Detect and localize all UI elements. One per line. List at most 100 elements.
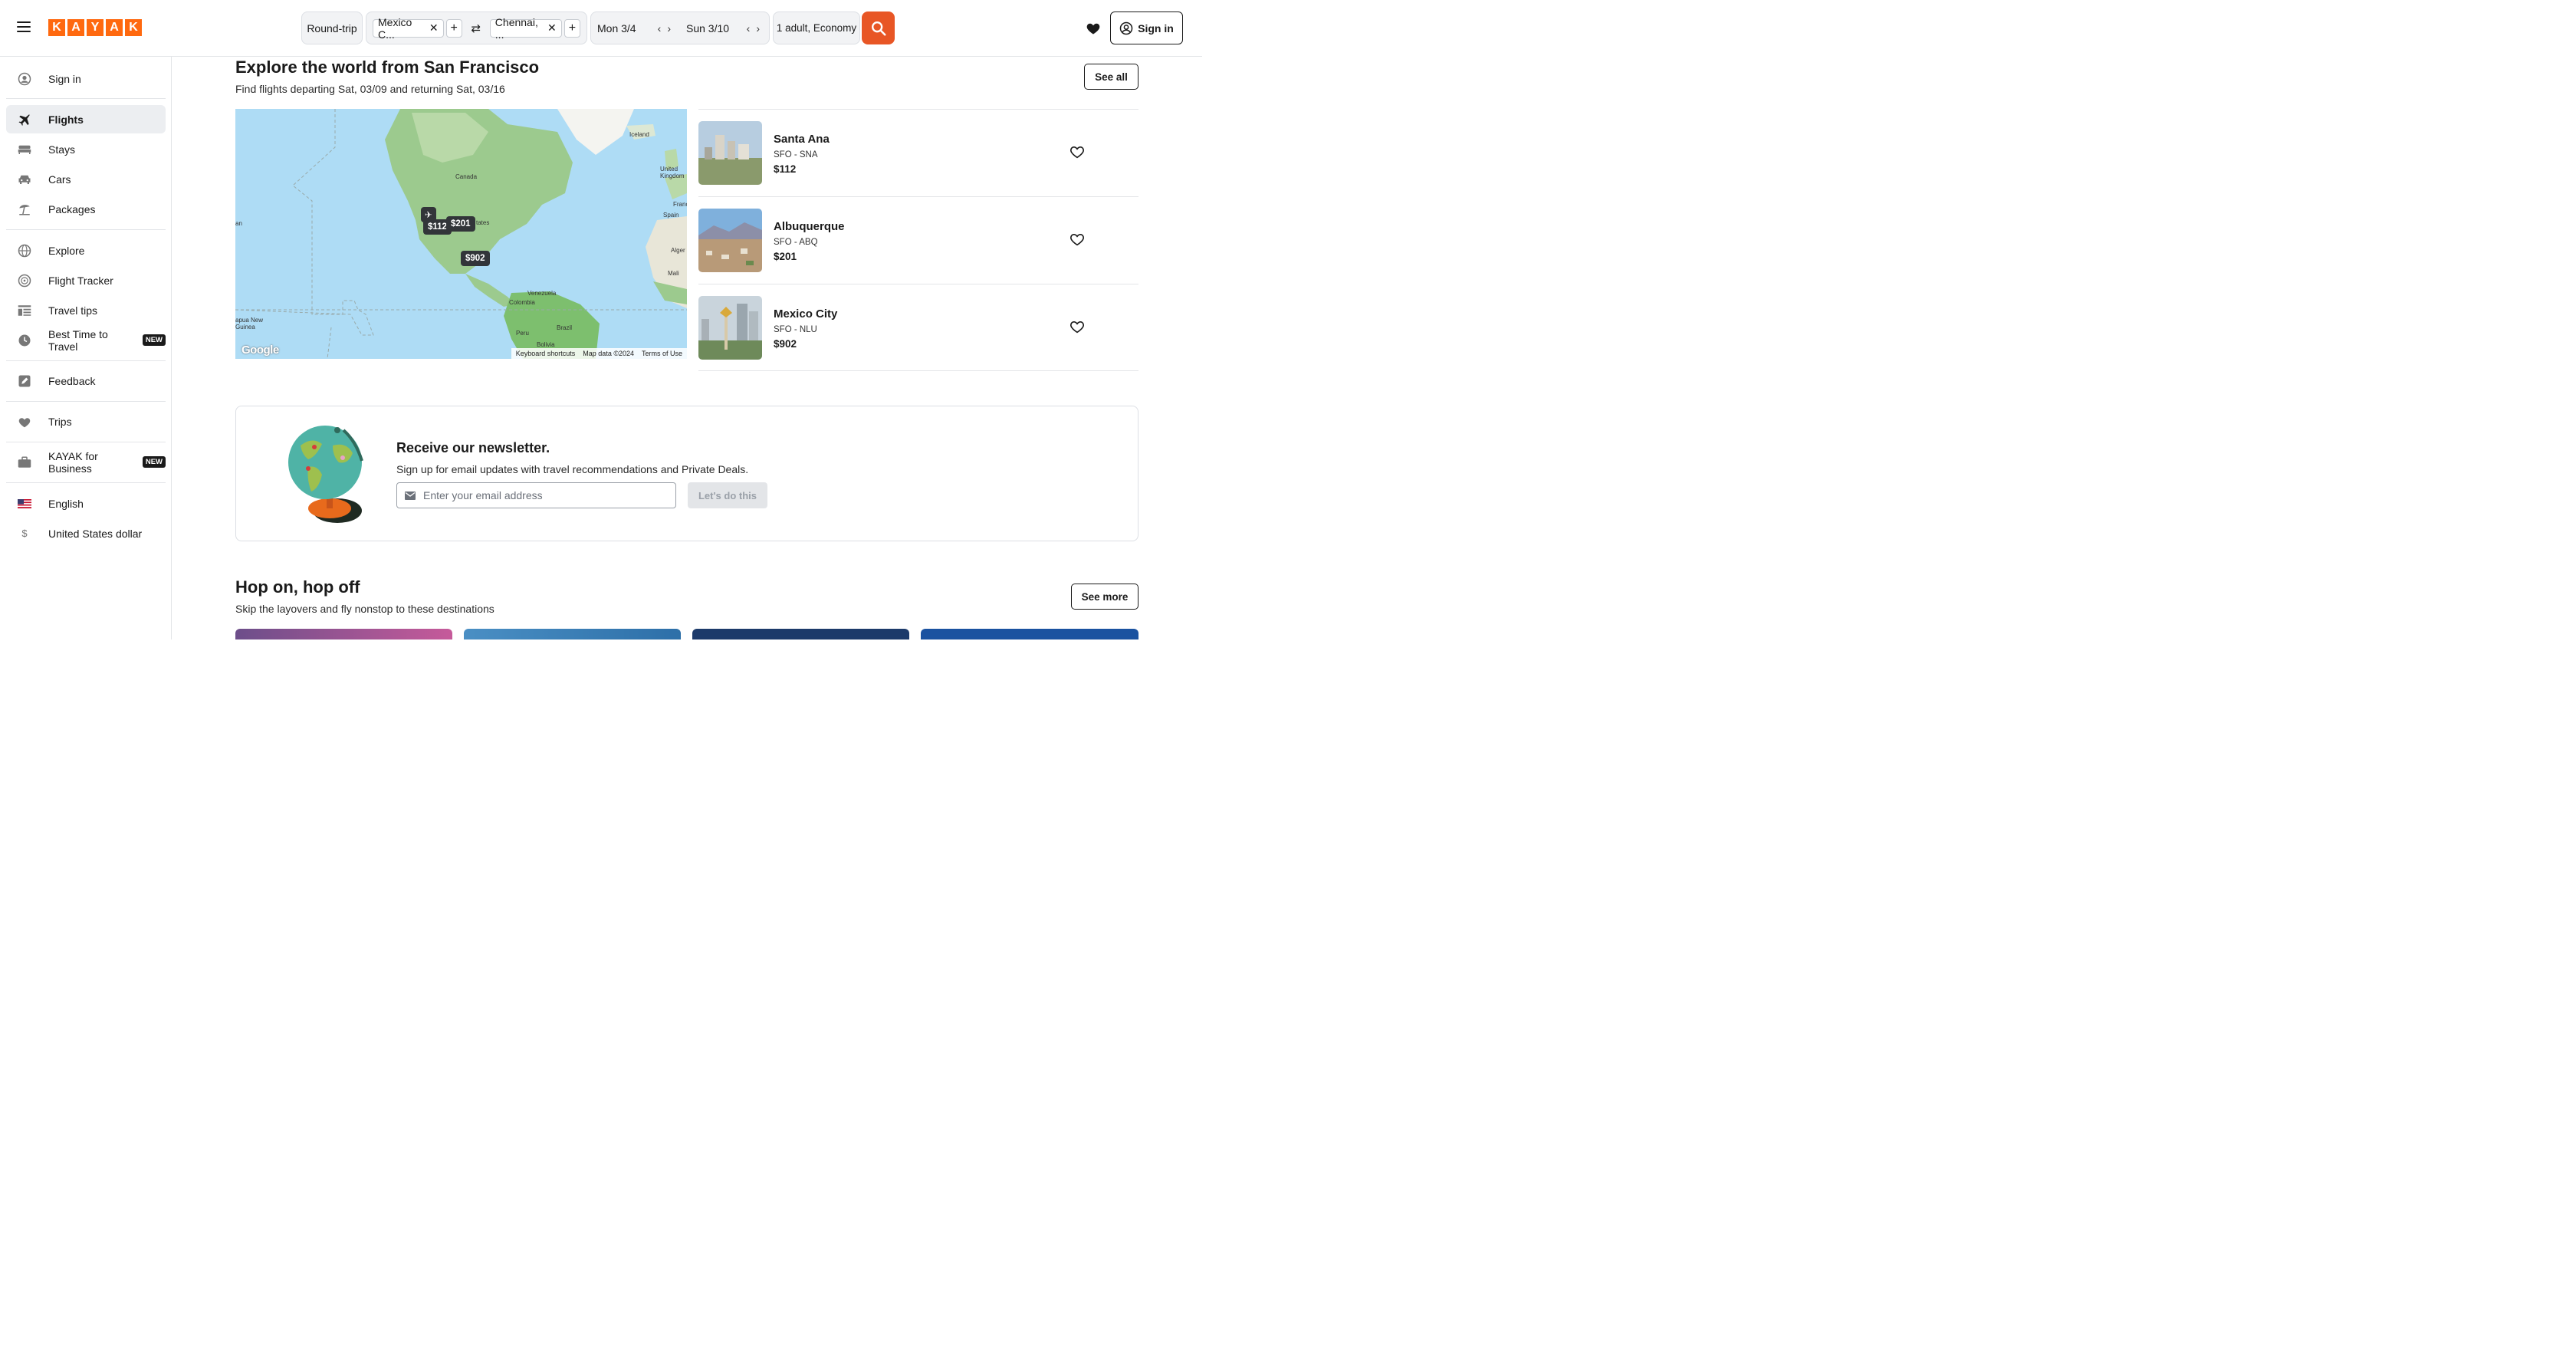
- sidebar-item-travel-tips[interactable]: Travel tips: [6, 296, 166, 324]
- sidebar-item-cars[interactable]: Cars: [6, 165, 166, 193]
- email-field[interactable]: [396, 482, 676, 508]
- user-circle-icon: [18, 72, 31, 86]
- sidebar-item-language[interactable]: English: [6, 489, 166, 518]
- sidebar-item-currency[interactable]: $ United States dollar: [6, 519, 166, 547]
- map-label: Mali: [668, 270, 679, 277]
- edit-icon: [18, 374, 31, 388]
- keyboard-shortcuts-link[interactable]: Keyboard shortcuts: [516, 350, 576, 357]
- map-label: United Kingdom: [660, 166, 685, 179]
- swap-icon[interactable]: ⇄: [465, 21, 487, 35]
- hop-subtitle: Skip the layovers and fly nonstop to the…: [235, 603, 495, 615]
- destination-card[interactable]: [464, 629, 681, 639]
- search-button[interactable]: [862, 12, 895, 44]
- new-badge: NEW: [142, 334, 166, 346]
- destination-chip[interactable]: Chennai, ... ✕: [489, 16, 562, 41]
- destination-route: SFO - ABQ: [774, 238, 818, 247]
- user-circle-icon: [1119, 21, 1133, 35]
- map-label: Franc: [673, 201, 687, 208]
- add-destination-button[interactable]: +: [564, 18, 580, 38]
- explore-map[interactable]: Iceland United Kingdom Canada Spain Alge…: [235, 109, 687, 359]
- travelers-label: 1 adult, Economy: [776, 22, 857, 34]
- destination-city: Albuquerque: [774, 220, 845, 233]
- favorite-heart-icon[interactable]: [1070, 232, 1085, 246]
- sidebar-divider: [6, 229, 166, 230]
- saved-trips-heart-icon[interactable]: [1086, 21, 1101, 36]
- list-item[interactable]: Albuquerque SFO - ABQ $201: [698, 196, 1138, 284]
- sidebar-item-flight-tracker[interactable]: Flight Tracker: [6, 266, 166, 294]
- trip-type-label: Round-trip: [307, 21, 357, 35]
- sidebar-item-packages[interactable]: Packages: [6, 195, 166, 223]
- remove-origin-icon[interactable]: ✕: [429, 21, 439, 35]
- destination-price: $112: [774, 163, 797, 175]
- explore-title: Explore the world from San Francisco: [235, 58, 540, 77]
- terms-link[interactable]: Terms of Use: [642, 350, 682, 357]
- list-icon: [18, 304, 31, 317]
- remove-destination-icon[interactable]: ✕: [547, 21, 557, 35]
- dollar-icon: $: [21, 528, 28, 539]
- see-more-button[interactable]: See more: [1071, 584, 1138, 610]
- add-origin-button[interactable]: +: [445, 18, 462, 38]
- destination-card[interactable]: [692, 629, 909, 639]
- sidebar-divider: [6, 98, 166, 99]
- favorite-heart-icon[interactable]: [1070, 320, 1085, 334]
- origin-chip[interactable]: Mexico C... ✕: [373, 15, 444, 41]
- date-fields: Mon 3/4 ‹ › Sun 3/10 ‹ ›: [590, 12, 770, 44]
- sidebar-divider: [6, 401, 166, 402]
- travelers-field[interactable]: 1 adult, Economy: [773, 12, 860, 44]
- briefcase-icon: [18, 455, 31, 469]
- list-item[interactable]: Mexico City SFO - NLU $902: [698, 284, 1138, 371]
- globe-icon: [18, 244, 31, 258]
- list-item[interactable]: Santa Ana SFO - SNA $112: [698, 109, 1138, 196]
- map-price-pin[interactable]: $902: [461, 251, 490, 266]
- return-prev-icon[interactable]: ‹: [747, 22, 751, 35]
- map-label: Venezuela: [527, 290, 557, 297]
- clock-icon: [18, 334, 31, 347]
- sidebar-item-business[interactable]: KAYAK for Business NEW: [6, 448, 166, 476]
- origin-label: Mexico C...: [378, 15, 412, 41]
- destination-card[interactable]: [921, 629, 1138, 639]
- map-label: an: [235, 220, 242, 227]
- subscribe-button[interactable]: Let's do this: [688, 482, 767, 508]
- sidebar-item-explore[interactable]: Explore: [6, 236, 166, 265]
- sidebar-item-stays[interactable]: Stays: [6, 135, 166, 163]
- destination-city: Mexico City: [774, 307, 838, 321]
- sidebar-item-feedback[interactable]: Feedback: [6, 367, 166, 395]
- newsletter-card: Receive our newsletter. Sign up for emai…: [235, 406, 1138, 541]
- destination-route: SFO - NLU: [774, 325, 817, 334]
- depart-next-icon[interactable]: ›: [667, 22, 671, 35]
- kayak-logo[interactable]: K A Y A K: [48, 19, 142, 36]
- map-label: Iceland: [629, 131, 649, 138]
- favorite-heart-icon[interactable]: [1070, 145, 1085, 159]
- sidebar-item-trips[interactable]: Trips: [6, 407, 166, 436]
- email-input[interactable]: [423, 489, 653, 501]
- sidebar-item-flights[interactable]: Flights: [6, 105, 166, 133]
- see-all-button[interactable]: See all: [1084, 64, 1138, 90]
- sidebar-divider: [6, 482, 166, 483]
- map-data-text: Map data ©2024: [583, 350, 634, 357]
- destination-card[interactable]: [235, 629, 452, 639]
- trip-type-select[interactable]: Round-trip: [301, 12, 363, 44]
- map-label: apua New Guinea: [235, 317, 264, 330]
- destination-price: $902: [774, 338, 797, 350]
- map-label: tates: [476, 219, 490, 226]
- newsletter-title: Receive our newsletter.: [396, 440, 550, 455]
- depart-prev-icon[interactable]: ‹: [658, 22, 662, 35]
- bed-icon: [18, 143, 31, 156]
- sidebar-item-sign-in[interactable]: Sign in: [6, 64, 166, 93]
- sign-in-button[interactable]: Sign in: [1110, 12, 1183, 44]
- destination-image: [698, 296, 762, 360]
- destination-image: [698, 209, 762, 272]
- map-label: Canada: [455, 173, 478, 180]
- menu-icon[interactable]: [17, 21, 31, 32]
- return-next-icon[interactable]: ›: [756, 22, 760, 35]
- map-price-pin[interactable]: $201: [446, 216, 475, 232]
- return-date-field[interactable]: Sun 3/10 ‹ ›: [680, 22, 769, 35]
- sidebar-item-best-time[interactable]: Best Time to Travel NEW: [6, 326, 166, 354]
- depart-date-field[interactable]: Mon 3/4 ‹ ›: [591, 22, 680, 35]
- search-icon: [871, 21, 886, 36]
- heart-icon: [18, 415, 31, 429]
- route-fields: Mexico C... ✕ + ⇄ Chennai, ... ✕ +: [366, 12, 587, 44]
- destination-cards: [235, 629, 1138, 639]
- google-logo: Google: [242, 344, 279, 357]
- us-flag-icon: [18, 497, 31, 511]
